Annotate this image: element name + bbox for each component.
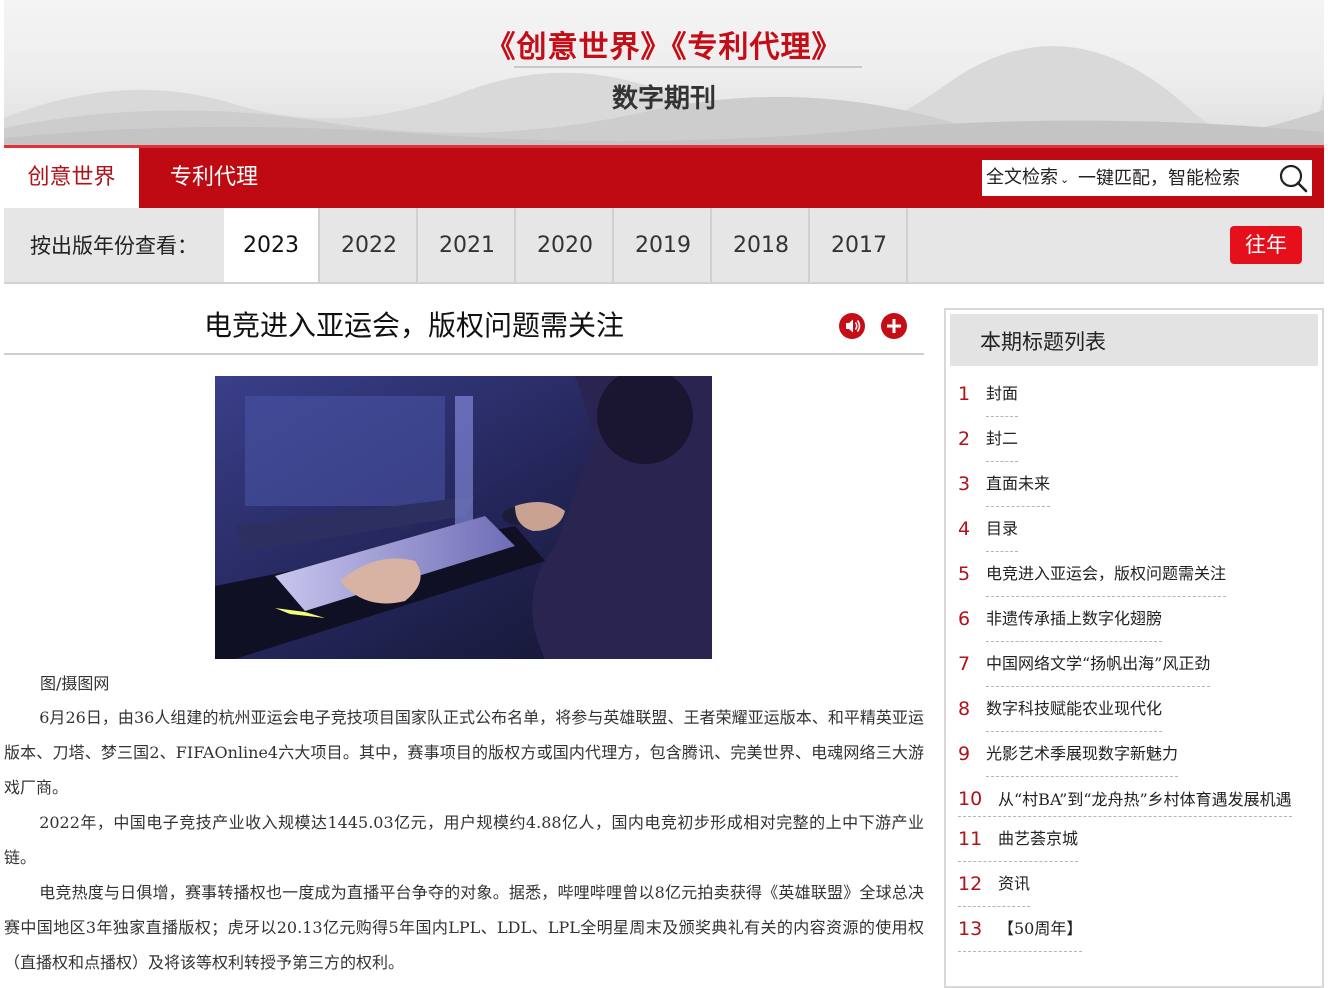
toc-item[interactable]: 12 资讯 — [958, 862, 1318, 907]
toc-item[interactable]: 11 曲艺荟京城 — [958, 817, 1318, 862]
search-box: 全文检索 ⌄ — [982, 160, 1312, 196]
toc-item-label[interactable]: 封二 — [986, 417, 1019, 462]
year-tab-2017[interactable]: 2017 — [812, 208, 908, 282]
year-tab-2019[interactable]: 2019 — [616, 208, 712, 282]
toc-item-number: 11 — [958, 828, 983, 850]
article-image-gamer-keyboard — [215, 376, 712, 659]
toc-item-label[interactable]: 从“村BA”到“龙舟热”乡村体育遇发展机遇 — [958, 777, 1292, 817]
chevron-down-icon: ⌄ — [1060, 173, 1070, 186]
toc-item-label[interactable]: 中国网络文学“扬帆出海”风正劲 — [986, 642, 1211, 687]
toc-item-number: 9 — [958, 743, 971, 765]
journal-subtitle: 数字期刊 — [611, 84, 716, 114]
toc-item[interactable]: 9 光影艺术季展现数字新魅力 — [958, 732, 1318, 777]
toc-item-number: 6 — [958, 608, 971, 630]
toc-item-label[interactable]: 目录 — [986, 507, 1019, 552]
toc-item[interactable]: 10 从“村BA”到“龙舟热”乡村体育遇发展机遇 — [958, 777, 1318, 817]
past-years-button[interactable]: 往年 — [1230, 226, 1302, 264]
toc-item-label[interactable]: 非遗传承插上数字化翅膀 — [986, 597, 1163, 642]
toc-item-number: 5 — [958, 563, 971, 585]
search-button[interactable] — [1274, 160, 1312, 196]
toc-item-number: 10 — [958, 788, 983, 810]
article-body: 6月26日，由36人组建的杭州亚运会电子竞技项目国家队正式公布名单，将参与英雄联… — [4, 700, 924, 980]
year-tab-2022[interactable]: 2022 — [322, 208, 418, 282]
toc-item[interactable]: 1 封面 — [958, 372, 1318, 417]
toc-item-label[interactable]: 直面未来 — [986, 462, 1051, 507]
nav-tab-creative-world[interactable]: 创意世界 — [4, 148, 139, 208]
toc-item-number: 4 — [958, 518, 971, 540]
toc-item[interactable]: 5 电竞进入亚运会，版权问题需关注 — [958, 552, 1318, 597]
toc-item-number: 1 — [958, 383, 971, 405]
year-tab-2023[interactable]: 2023 — [224, 208, 320, 282]
toc-item-number: 2 — [958, 428, 971, 450]
nav-tab-patent-agency[interactable]: 专利代理 — [139, 148, 289, 208]
year-tab-2021[interactable]: 2021 — [420, 208, 516, 282]
speaker-icon — [846, 319, 861, 333]
year-filter-label: 按出版年份查看： — [30, 234, 198, 258]
toc-item-label[interactable]: 数字科技赋能农业现代化 — [986, 687, 1163, 732]
toc-item[interactable]: 6 非遗传承插上数字化翅膀 — [958, 597, 1318, 642]
main-nav-bar: 创意世界 专利代理 全文检索 ⌄ — [4, 145, 1324, 208]
article-paragraph: 电竞热度与日俱增，赛事转播权也一度成为直播平台争夺的对象。据悉，哔哩哔哩曾以8亿… — [4, 883, 924, 972]
toc-item[interactable]: 7 中国网络文学“扬帆出海”风正劲 — [958, 642, 1318, 687]
search-input[interactable] — [1078, 164, 1268, 192]
year-tab-2020[interactable]: 2020 — [518, 208, 614, 282]
article-paragraph: 2022年，中国电子竞技产业收入规模达1445.03亿元，用户规模约4.88亿人… — [4, 813, 924, 867]
search-scope-select[interactable]: 全文检索 ⌄ — [986, 160, 1069, 196]
toc-list: 1 封面 2 封二 3 直面未来 4 目录 5 电竞进入亚运会，版权问题需关注 6 非遗传承… — [958, 372, 1318, 952]
toc-item-number: 3 — [958, 473, 971, 495]
article-title-divider — [4, 353, 924, 355]
gamer-photo-illustration — [215, 376, 712, 659]
toc-item[interactable]: 13 【50周年】 — [958, 907, 1318, 952]
toc-item-number: 13 — [958, 918, 983, 940]
issue-toc-sidebar: 本期标题列表 1 封面 2 封二 3 直面未来 4 目录 5 电竞进入亚运会，版权问题需关… — [944, 308, 1324, 988]
add-button[interactable] — [881, 313, 907, 339]
title-divider — [514, 66, 862, 68]
toc-item-number: 7 — [958, 653, 971, 675]
toc-item-number: 8 — [958, 698, 971, 720]
year-filter-bar: 按出版年份查看： 2023 2022 2021 2020 2019 2018 2… — [4, 208, 1324, 284]
search-scope-label: 全文检索 — [986, 167, 1058, 188]
toc-item[interactable]: 3 直面未来 — [958, 462, 1318, 507]
journal-title: 《创意世界》《专利代理》 — [485, 30, 843, 65]
image-caption: 图/摄图网 — [40, 674, 110, 693]
search-icon — [1279, 164, 1308, 193]
sidebar-title: 本期标题列表 — [980, 330, 1106, 354]
article-paragraph: 6月26日，由36人组建的杭州亚运会电子竞技项目国家队正式公布名单，将参与英雄联… — [4, 708, 924, 797]
toc-item-label[interactable]: 封面 — [986, 372, 1019, 417]
toc-item[interactable]: 2 封二 — [958, 417, 1318, 462]
sidebar-header: 本期标题列表 — [950, 314, 1318, 366]
toc-item[interactable]: 4 目录 — [958, 507, 1318, 552]
article-title: 电竞进入亚运会，版权问题需关注 — [203, 309, 624, 342]
year-tab-2018[interactable]: 2018 — [714, 208, 810, 282]
toc-item[interactable]: 8 数字科技赋能农业现代化 — [958, 687, 1318, 732]
audio-button[interactable] — [839, 313, 865, 339]
toc-item-label[interactable]: 光影艺术季展现数字新魅力 — [986, 732, 1179, 777]
header-banner: 《创意世界》《专利代理》 数字期刊 — [4, 0, 1324, 145]
plus-icon — [887, 319, 901, 333]
toc-item-number: 12 — [958, 873, 983, 895]
toc-item-label[interactable]: 电竞进入亚运会，版权问题需关注 — [986, 552, 1227, 597]
